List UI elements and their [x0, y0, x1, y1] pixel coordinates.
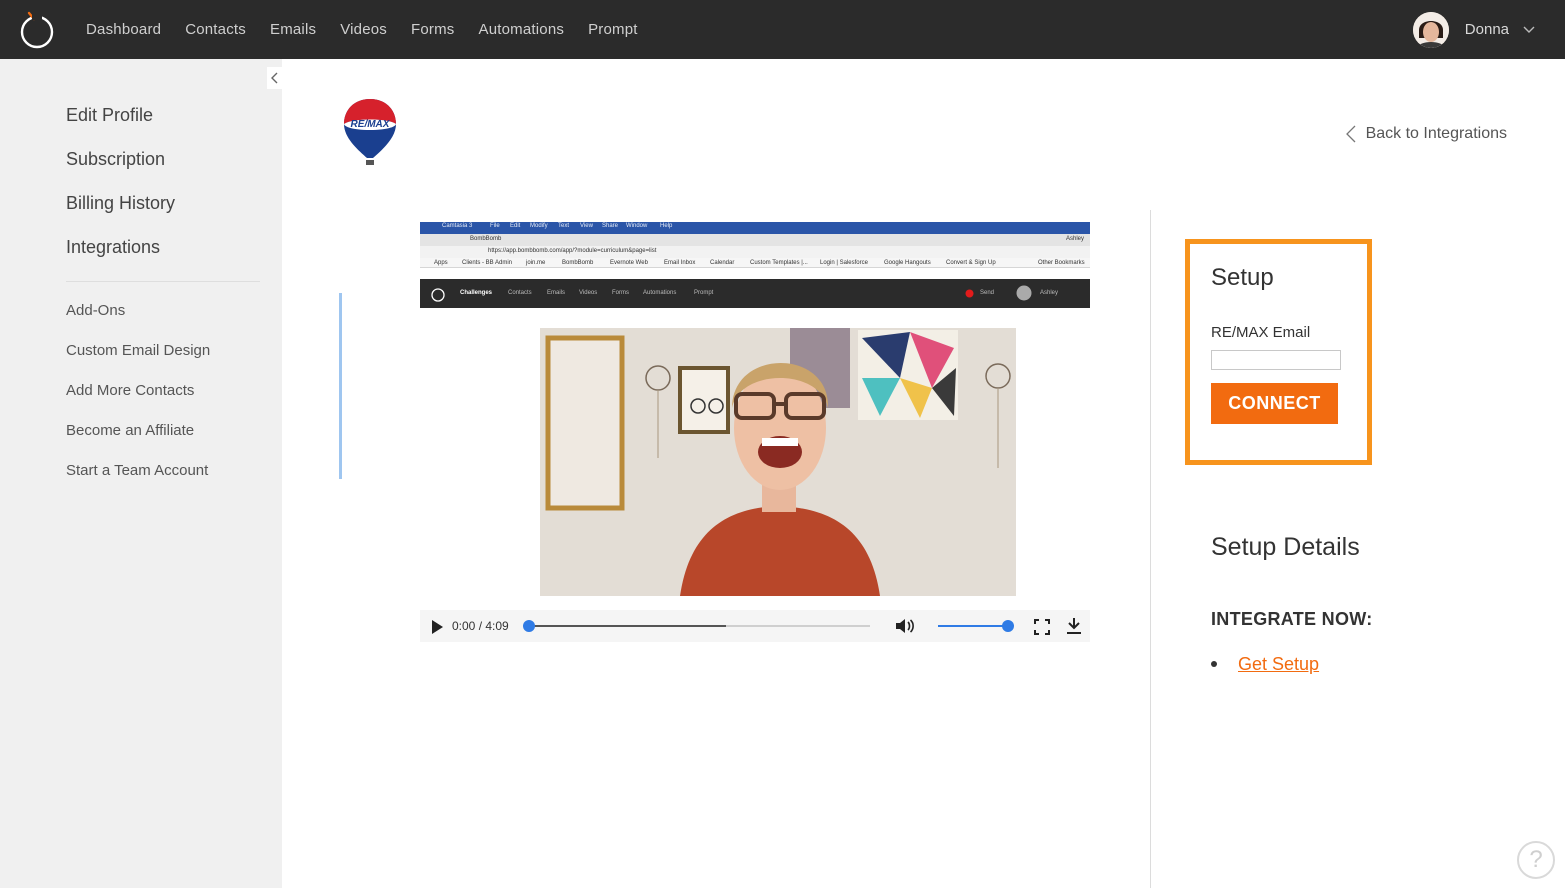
nav-contacts[interactable]: Contacts [185, 21, 246, 38]
main-nav: Dashboard Contacts Emails Videos Forms A… [86, 0, 662, 59]
video-scrubber[interactable] [523, 620, 535, 632]
sidebar-item-custom-email-design[interactable]: Custom Email Design [66, 341, 210, 381]
volume-icon[interactable] [894, 617, 916, 635]
integrate-now-heading: INTEGRATE NOW: [1211, 609, 1373, 629]
setup-details-title: Setup Details [1211, 533, 1360, 561]
download-icon[interactable] [1066, 617, 1082, 635]
sidebar-item-become-affiliate[interactable]: Become an Affiliate [66, 421, 210, 461]
nav-dashboard[interactable]: Dashboard [86, 21, 161, 38]
bombbomb-logo-icon[interactable] [18, 8, 56, 50]
user-name[interactable]: Donna [1465, 21, 1509, 38]
video-thumbnail[interactable] [540, 328, 1016, 596]
remax-email-label: RE/MAX Email [1211, 324, 1311, 341]
sidebar-item-subscription[interactable]: Subscription [66, 147, 175, 191]
volume-knob[interactable] [1002, 620, 1014, 632]
sidebar-primary-list: Edit Profile Subscription Billing Histor… [66, 103, 175, 279]
content-accent-line [339, 293, 342, 479]
list-bullet [1211, 661, 1217, 667]
sidebar-item-add-more-contacts[interactable]: Add More Contacts [66, 381, 210, 421]
get-setup-link[interactable]: Get Setup [1238, 654, 1319, 675]
top-navigation-bar: Dashboard Contacts Emails Videos Forms A… [0, 0, 1565, 59]
content-divider [1150, 210, 1151, 888]
nav-forms[interactable]: Forms [411, 21, 455, 38]
embedded-menubar: Camtasia 3 File Edit Modify Text View Sh… [420, 222, 1090, 234]
play-icon[interactable] [430, 619, 444, 635]
remax-balloon-logo: RE/MAX [340, 96, 400, 170]
embedded-app-nav: Challenges Contacts Emails Videos Forms … [420, 279, 1090, 308]
fullscreen-icon[interactable] [1034, 619, 1050, 635]
sidebar-item-team-account[interactable]: Start a Team Account [66, 461, 210, 501]
sidebar-divider [66, 281, 260, 282]
embedded-tabbar: BombBomb Ashley [420, 234, 1090, 246]
settings-sidebar: Edit Profile Subscription Billing Histor… [0, 59, 282, 888]
video-player[interactable]: Camtasia 3 File Edit Modify Text View Sh… [420, 222, 1090, 642]
sidebar-secondary-list: Add-Ons Custom Email Design Add More Con… [66, 301, 210, 501]
remax-email-field[interactable] [1211, 350, 1341, 370]
help-button[interactable]: ? [1517, 841, 1555, 879]
chevron-left-icon [270, 72, 277, 84]
setup-title: Setup [1211, 264, 1274, 291]
video-progress-track[interactable] [523, 620, 870, 632]
setup-panel: Setup RE/MAX Email CONNECT [1185, 239, 1372, 465]
volume-slider[interactable] [938, 620, 1014, 632]
nav-emails[interactable]: Emails [270, 21, 316, 38]
sidebar-item-integrations[interactable]: Integrations [66, 235, 175, 279]
chevron-down-icon[interactable] [1523, 26, 1535, 34]
back-link-label[interactable]: Back to Integrations [1366, 125, 1507, 143]
sidebar-item-billing-history[interactable]: Billing History [66, 191, 175, 235]
avatar[interactable] [1412, 11, 1449, 48]
nav-prompt[interactable]: Prompt [588, 21, 638, 38]
nav-videos[interactable]: Videos [340, 21, 387, 38]
sidebar-item-edit-profile[interactable]: Edit Profile [66, 103, 175, 147]
video-buffered-bar [528, 625, 726, 627]
connect-button[interactable]: CONNECT [1211, 383, 1338, 424]
embedded-bookmarks-bar: Apps Clients - BB Admin join.me BombBomb… [420, 258, 1090, 268]
sidebar-item-add-ons[interactable]: Add-Ons [66, 301, 210, 341]
video-time: 0:00 / 4:09 [452, 619, 509, 633]
nav-automations[interactable]: Automations [479, 21, 565, 38]
chevron-left-icon [1345, 125, 1356, 143]
user-menu[interactable]: Donna [1412, 0, 1535, 59]
svg-text:RE/MAX: RE/MAX [351, 119, 391, 130]
collapse-sidebar-button[interactable] [267, 67, 282, 89]
video-controls: 0:00 / 4:09 [420, 610, 1090, 642]
embedded-address-bar: https://app.bombbomb.com/app/?module=cur… [420, 246, 1090, 258]
back-to-integrations-link[interactable]: Back to Integrations [1345, 125, 1507, 143]
